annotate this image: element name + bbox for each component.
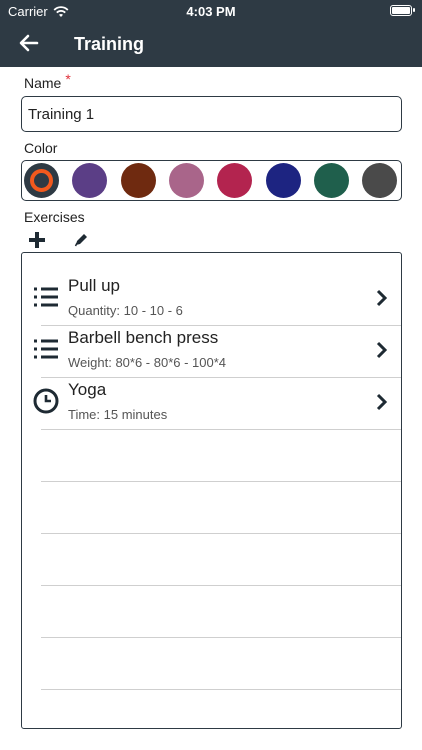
row-divider	[41, 533, 401, 534]
exercise-row[interactable]: Pull up Quantity: 10 - 10 - 6	[22, 273, 401, 325]
row-divider	[41, 585, 401, 586]
nav-bar: Training	[0, 22, 422, 67]
exercise-row[interactable]: Yoga Time: 15 minutes	[22, 377, 401, 429]
exercise-title: Barbell bench press	[68, 328, 219, 347]
list-icon	[34, 287, 58, 307]
name-label-text: Name	[24, 75, 62, 91]
exercise-subtitle: Weight: 80*6 - 80*6 - 100*4	[68, 355, 227, 370]
row-divider	[41, 637, 401, 638]
exercise-subtitle: Time: 15 minutes	[68, 407, 168, 422]
color-swatch[interactable]	[120, 163, 156, 198]
exercises-label: Exercises	[24, 209, 85, 225]
color-swatch[interactable]	[72, 163, 108, 198]
exercise-row[interactable]: Barbell bench press Weight: 80*6 - 80*6 -…	[22, 325, 401, 377]
chevron-right-icon	[376, 289, 388, 307]
exercise-list: Pull up Quantity: 10 - 10 - 6 Barbell benc…	[21, 252, 402, 729]
battery-icon	[390, 5, 415, 16]
name-label: Name *	[24, 71, 71, 91]
required-mark: *	[65, 71, 71, 87]
color-swatch[interactable]	[313, 163, 349, 198]
color-swatch[interactable]	[265, 163, 301, 198]
color-swatch[interactable]	[217, 163, 253, 198]
exercise-subtitle: Quantity: 10 - 10 - 6	[68, 303, 183, 318]
row-divider	[41, 429, 401, 430]
color-swatch[interactable]	[362, 163, 398, 198]
color-swatch[interactable]	[24, 163, 59, 198]
chevron-right-icon	[376, 393, 388, 411]
exercise-title: Pull up	[68, 276, 120, 295]
back-button[interactable]	[16, 30, 42, 56]
status-bar: Carrier 4:03 PM	[0, 0, 422, 22]
row-divider	[41, 481, 401, 482]
color-swatch[interactable]	[168, 163, 204, 198]
color-label: Color	[24, 140, 58, 156]
row-divider	[41, 377, 401, 378]
exercise-title: Yoga	[68, 380, 107, 399]
name-field[interactable]	[21, 96, 402, 132]
color-picker	[21, 160, 402, 201]
plus-icon[interactable]	[27, 230, 47, 250]
chevron-right-icon	[376, 341, 388, 359]
clock-icon	[33, 388, 59, 414]
app-header: Carrier 4:03 PM Training	[0, 0, 422, 67]
row-divider	[41, 689, 401, 690]
list-icon	[34, 339, 58, 359]
page-title: Training	[74, 34, 145, 54]
status-time: 4:03 PM	[186, 4, 236, 19]
row-divider	[41, 325, 401, 326]
pencil-icon[interactable]	[71, 230, 91, 250]
